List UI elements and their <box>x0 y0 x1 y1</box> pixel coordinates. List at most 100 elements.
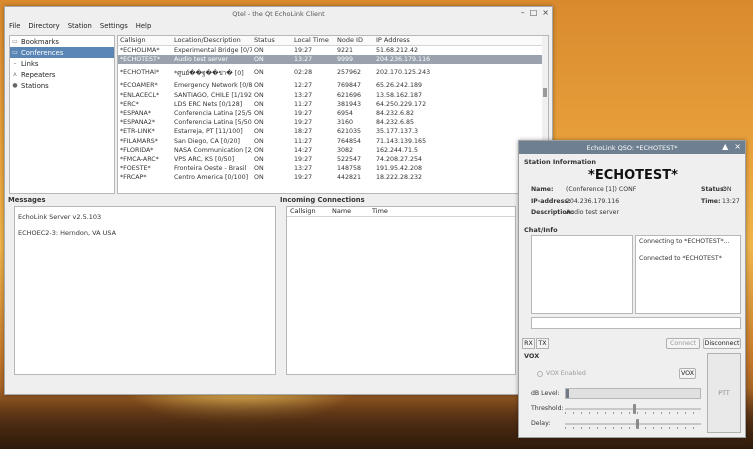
tab-rx[interactable]: RX <box>522 338 535 349</box>
qso-titlebar[interactable]: EchoLink QSO: *ECHOTEST* ▲ × <box>519 141 745 154</box>
cell-ip: 204.236.179.116 <box>376 56 431 64</box>
name-value: (Conference [1]) CONF <box>566 186 637 193</box>
cell-status: ON <box>254 128 264 136</box>
chat-info-label: Chat/Info <box>524 226 558 234</box>
ptt-button[interactable]: PTT <box>707 353 741 433</box>
cell-location: LDS ERC Nets [0/128] <box>174 100 243 108</box>
ip-label: IP-address: <box>531 198 571 205</box>
menu-station[interactable]: Station <box>68 22 92 30</box>
tree-item-stations[interactable]: ● Stations <box>10 80 114 91</box>
table-row[interactable]: *FMCA-ARC* VPS ARC, KS [0/50] ON 19:27 52254… <box>118 155 548 164</box>
cell-local-time: 12:27 <box>294 82 313 90</box>
vox-label: VOX <box>524 352 540 360</box>
chat-input[interactable] <box>531 317 741 329</box>
message-line: ECHOEC2-3: Herndon, VA USA <box>18 229 117 237</box>
cell-local-time: 11:27 <box>294 137 313 145</box>
table-row[interactable]: *ECHOLIMA* Experimental Bridge [0/73...ON… <box>118 46 548 55</box>
cell-callsign: *ESPANA* <box>120 110 151 118</box>
cell-status: ON <box>254 82 264 90</box>
cell-node-id: 257962 <box>337 69 362 77</box>
maximize-icon[interactable]: □ <box>530 8 538 18</box>
table-row[interactable]: *FILAMARS* San Diego, CA [0/20] ON 11:27 764… <box>118 137 548 146</box>
cell-local-time: 19:27 <box>294 119 313 127</box>
vox-enabled-checkbox[interactable]: VOX Enabled <box>537 370 586 377</box>
tree-item-bookmarks[interactable]: ▭ Bookmarks <box>10 36 114 47</box>
station-info-label: Station Information <box>524 158 596 166</box>
incoming-panel: Callsign Name Time <box>286 206 516 375</box>
column-header-status[interactable]: Status <box>252 36 292 45</box>
db-level-fill <box>566 389 569 398</box>
minimize-icon[interactable]: – <box>521 8 525 18</box>
cell-local-time: 13:27 <box>294 91 313 99</box>
slider-ticks <box>565 427 701 429</box>
info-line: Connected to *ECHOTEST* <box>639 255 722 262</box>
cell-local-time: 13:27 <box>294 56 313 64</box>
cell-location: San Diego, CA [0/20] <box>174 137 240 145</box>
table-row[interactable]: *ENLACECL* SANTIAGO, CHILE [1/1922] ON 13:2… <box>118 91 548 100</box>
close-icon[interactable]: × <box>734 142 741 151</box>
ip-value: 204.236.179.116 <box>566 198 620 205</box>
tab-tx[interactable]: TX <box>536 338 549 349</box>
cell-status: ON <box>254 91 264 99</box>
delay-slider[interactable] <box>565 419 701 429</box>
cell-node-id: 764854 <box>337 137 362 145</box>
cell-ip: 51.68.212.42 <box>376 47 419 55</box>
station-table: Callsign Location/Description Status Loc… <box>117 35 549 194</box>
cell-status: ON <box>254 165 264 173</box>
tree-item-label: Bookmarks <box>21 37 59 46</box>
cell-callsign: *ETR-LINK* <box>120 128 155 136</box>
column-header-callsign[interactable]: Callsign <box>118 36 172 45</box>
cell-ip: 84.232.6.82 <box>376 110 415 118</box>
column-header-ip[interactable]: IP Address <box>374 36 548 45</box>
cell-callsign: *FLORIDA* <box>120 146 154 154</box>
column-header-node-id[interactable]: Node ID <box>335 36 374 45</box>
tree-item-repeaters[interactable]: ⋏ Repeaters <box>10 69 114 80</box>
cell-status: ON <box>254 56 264 64</box>
table-row[interactable]: *ETR-LINK* Estarreja, PT [11/100] ON 18:27 6… <box>118 127 548 136</box>
column-header-local-time[interactable]: Local Time <box>292 36 335 45</box>
chat-history[interactable] <box>531 235 633 314</box>
threshold-slider[interactable] <box>565 404 701 414</box>
menu-directory[interactable]: Directory <box>28 22 59 30</box>
table-row[interactable]: *FOESTE* Fronteira Oeste - Brasil ON 13:27 1… <box>118 164 548 173</box>
menu-file[interactable]: File <box>9 22 20 30</box>
table-row[interactable]: *ECHOTEST* Audio test server ON 13:27 9999 20… <box>118 55 548 65</box>
cell-location: Conferencia Latina [25/50... <box>174 110 252 118</box>
table-row[interactable]: *FRCAP* Centro America [0/100] ON 19:27 4428… <box>118 173 548 182</box>
cell-callsign: *FRCAP* <box>120 174 147 182</box>
slider-handle[interactable] <box>633 404 636 414</box>
shade-icon[interactable]: ▲ <box>722 142 728 151</box>
cell-location: Audio test server <box>174 56 228 64</box>
menubar: File Directory Station Settings Help <box>5 20 552 32</box>
table-row[interactable]: *FLORIDA* NASA Communication [2/... ON 14:2… <box>118 146 548 155</box>
tree-item-conferences[interactable]: ▭ Conferences <box>10 47 114 58</box>
delay-label: Delay: <box>531 420 551 427</box>
table-row[interactable]: *ESPANA2* Conferencia Latina [5/500] ON 19:… <box>118 118 548 127</box>
slider-track <box>565 423 701 425</box>
cell-status: ON <box>254 174 264 182</box>
table-row[interactable]: *ERC* LDS ERC Nets [0/128] ON 11:27 381943 64… <box>118 100 548 109</box>
cell-ip: 13.58.162.187 <box>376 91 423 99</box>
vox-button[interactable]: VOX <box>679 368 696 379</box>
cell-callsign: *ENLACECL* <box>120 91 160 99</box>
tree-item-links[interactable]: – Links <box>10 58 114 69</box>
scrollbar-thumb[interactable] <box>543 88 547 97</box>
close-icon[interactable]: × <box>542 8 549 18</box>
slider-handle[interactable] <box>635 419 639 429</box>
column-header-name[interactable]: Name <box>329 207 369 216</box>
column-header-time[interactable]: Time <box>369 207 388 216</box>
table-row[interactable]: *ESPANA* Conferencia Latina [25/50...ON 19… <box>118 109 548 118</box>
cell-callsign: *ECHOTEST* <box>120 56 161 64</box>
menu-settings[interactable]: Settings <box>100 22 128 30</box>
cell-callsign: *ERC* <box>120 100 139 108</box>
column-header-callsign[interactable]: Callsign <box>287 207 329 216</box>
disconnect-button[interactable]: Disconnect <box>703 338 741 349</box>
column-header-location[interactable]: Location/Description <box>172 36 252 45</box>
main-titlebar[interactable]: Qtel - the Qt EchoLink Client – □ × <box>5 7 552 20</box>
vox-enabled-label: VOX Enabled <box>546 370 586 377</box>
menu-help[interactable]: Help <box>136 22 152 30</box>
table-row[interactable]: *ECOAMER* Emergency Network [0/8] ON 12:27 7… <box>118 81 548 90</box>
connect-button[interactable]: Connect <box>666 338 700 349</box>
info-line: Connecting to *ECHOTEST*... <box>639 238 730 245</box>
table-row[interactable]: *ECHOTHAI* *ศูนย์��ฐ��ข่า� [0] ON 02:28 2579… <box>118 64 548 81</box>
